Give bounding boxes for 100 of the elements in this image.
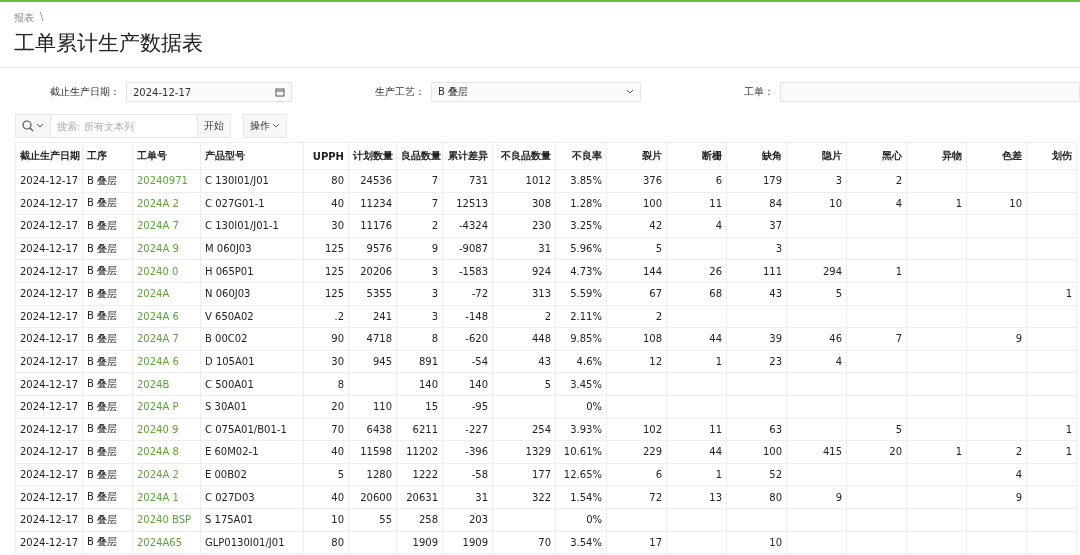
column-header[interactable]: 断栅 [666, 142, 727, 170]
table-cell: 2024-12-17 [15, 305, 83, 328]
table-cell: -148 [442, 305, 493, 328]
table-cell: 2 [492, 305, 556, 328]
table-cell: 5 [492, 372, 556, 396]
table-cell: 100 [606, 192, 667, 215]
table-cell: E 60M02-1 [200, 440, 304, 464]
table-cell: B 叠层 [82, 395, 133, 419]
table-cell: 125 [303, 282, 349, 306]
table-cell: 3.93% [555, 418, 607, 441]
column-header[interactable]: 隐片 [786, 142, 847, 170]
table-cell: -227 [442, 418, 493, 441]
table-cell: C 500A01 [200, 372, 304, 396]
table-cell: GLP0130I01/J01 [200, 531, 304, 554]
table-cell: 2024-12-17 [15, 327, 83, 351]
table-cell: 11598 [348, 440, 397, 464]
table-cell: H 065P01 [200, 259, 304, 283]
table-cell: 4 [966, 463, 1027, 486]
table-cell: 2024-12-17 [15, 485, 83, 509]
table-cell: 1 [906, 192, 967, 215]
column-header[interactable]: 不良品数量 [492, 142, 556, 170]
column-header[interactable]: 缺角 [726, 142, 787, 170]
column-header[interactable]: 工单号 [132, 142, 201, 170]
actions-button[interactable]: 操作 [243, 114, 287, 138]
search-icon [22, 120, 34, 132]
table-cell: 308 [492, 192, 556, 215]
table-cell: 1329 [492, 440, 556, 464]
table-cell: 177 [492, 463, 556, 486]
search-field[interactable]: 搜索: 所有文本列 [51, 114, 197, 138]
table-cell: 4 [786, 350, 847, 373]
table-cell: B 叠层 [82, 418, 133, 441]
table-cell: 46 [786, 327, 847, 351]
column-header[interactable]: 产品型号 [200, 142, 304, 170]
go-button[interactable]: 开始 [197, 114, 231, 138]
table-cell: 43 [726, 282, 787, 306]
table-cell: 6 [666, 169, 727, 193]
table-cell: 2024-12-17 [15, 463, 83, 486]
table-cell: 11234 [348, 192, 397, 215]
table-cell: 24536 [348, 169, 397, 193]
table-cell: 144 [606, 259, 667, 283]
table-cell: 1 [846, 259, 907, 283]
table-cell: 30 [303, 214, 349, 238]
calendar-icon[interactable] [275, 87, 285, 97]
table-cell: 0% [555, 395, 607, 419]
table-cell: 23 [726, 350, 787, 373]
table-cell: 945 [348, 350, 397, 373]
table-cell: 10 [786, 192, 847, 215]
table-cell: 110 [348, 395, 397, 419]
table-cell: 9 [966, 327, 1027, 351]
table-cell: M 060J03 [200, 237, 304, 260]
table-cell: 1 [1026, 282, 1077, 306]
column-header[interactable]: 工序 [82, 142, 133, 170]
table-cell: B 叠层 [82, 531, 133, 554]
table-cell: 2 [606, 305, 667, 328]
table-cell: S 30A01 [200, 395, 304, 419]
table-cell: -620 [442, 327, 493, 351]
filter-label: 工单： [743, 85, 774, 99]
table-cell: 11176 [348, 214, 397, 238]
table-cell: 3.25% [555, 214, 607, 238]
table-cell: 5 [606, 237, 667, 260]
table-cell: 12.65% [555, 463, 607, 486]
table-cell: B 叠层 [82, 305, 133, 328]
search-menu-button[interactable] [15, 114, 51, 138]
table-cell: 376 [606, 169, 667, 193]
table-cell: 229 [606, 440, 667, 464]
column-header[interactable]: 异物 [906, 142, 967, 170]
column-header[interactable]: 不良率 [555, 142, 607, 170]
table-cell: -95 [442, 395, 493, 419]
table-cell: 10 [726, 531, 787, 554]
table-cell: 448 [492, 327, 556, 351]
table-cell: 102 [606, 418, 667, 441]
process-select[interactable]: B 叠层 [431, 82, 641, 102]
table-cell: 3.85% [555, 169, 607, 193]
column-header[interactable]: 截止生产日期 [15, 142, 83, 170]
table-cell: 4 [666, 214, 727, 238]
column-header[interactable]: 裂片 [606, 142, 667, 170]
table-cell: 42 [606, 214, 667, 238]
column-header[interactable]: 划伤 [1026, 142, 1077, 170]
table-cell: V 650A02 [200, 305, 304, 328]
table-cell: 2024-12-17 [15, 169, 83, 193]
column-header[interactable]: 计划数量 [348, 142, 397, 170]
work-order-field[interactable] [780, 82, 1080, 102]
date-field[interactable]: 2024-12-17 [126, 82, 292, 102]
table-cell: -54 [442, 350, 493, 373]
column-header[interactable]: 累计差异 [442, 142, 493, 170]
column-header[interactable]: 良品数量 [396, 142, 443, 170]
table-cell: 1 [666, 463, 727, 486]
chevron-down-icon [36, 123, 44, 129]
breadcrumb-item[interactable]: 报表 [14, 11, 34, 25]
table-cell: 1012 [492, 169, 556, 193]
column-header[interactable]: 黑心 [846, 142, 907, 170]
table-cell: D 105A01 [200, 350, 304, 373]
table-cell: 2024-12-17 [15, 282, 83, 306]
column-header[interactable]: UPPH [303, 142, 349, 170]
table-cell: 4.73% [555, 259, 607, 283]
table-cell: 3 [786, 169, 847, 193]
table-cell: S 175A01 [200, 508, 304, 531]
table-cell: 9.85% [555, 327, 607, 351]
column-header[interactable]: 色差 [966, 142, 1027, 170]
table-cell: 20631 [396, 485, 443, 509]
